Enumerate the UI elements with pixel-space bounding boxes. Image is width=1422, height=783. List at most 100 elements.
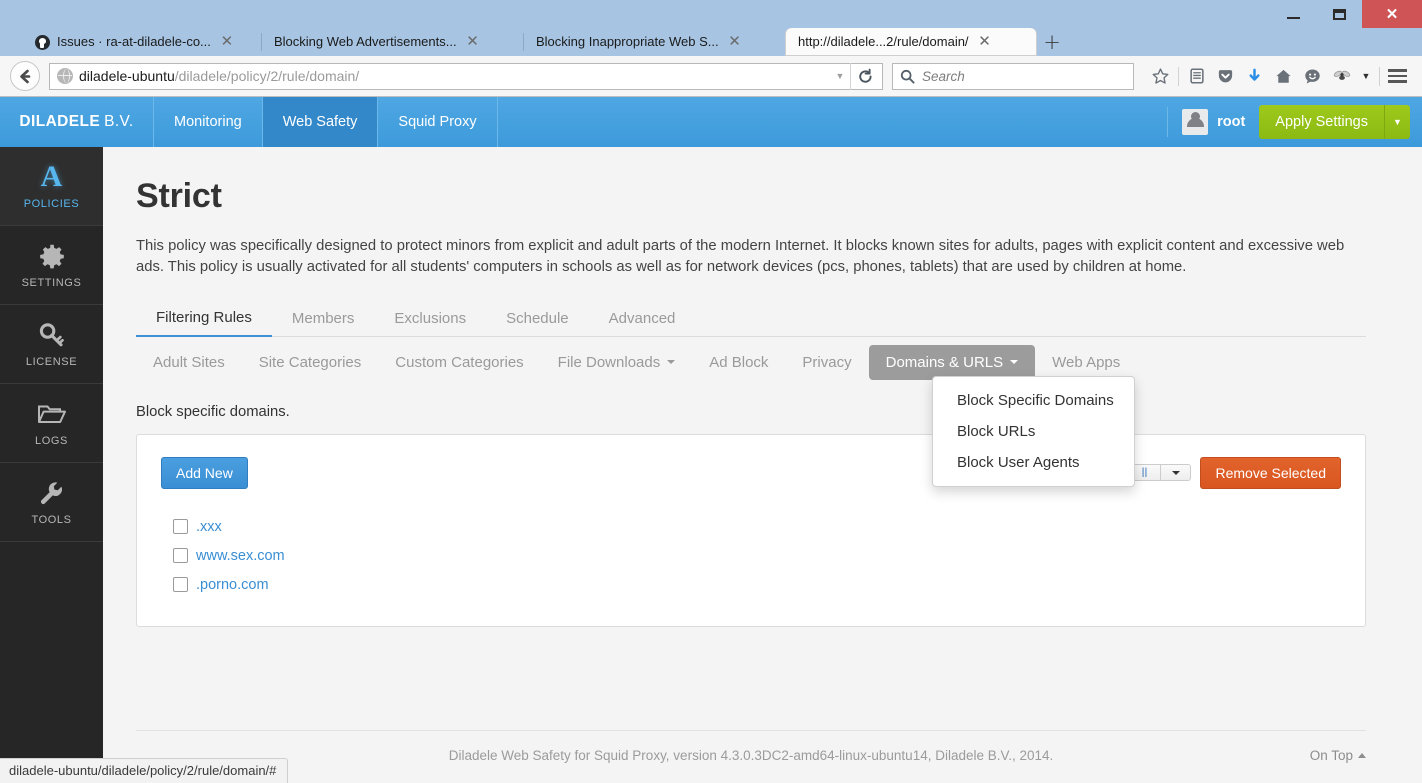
search-box[interactable]: Search — [892, 62, 1134, 90]
domain-checkbox[interactable] — [173, 548, 188, 564]
domain-link[interactable]: www.sex.com — [196, 548, 285, 564]
sidebar-item-policies[interactable]: A POLICIES — [0, 147, 103, 226]
sidebar-item-label: LOGS — [35, 435, 68, 447]
toolbar-divider — [1178, 66, 1179, 86]
sidebar-item-label: SETTINGS — [21, 277, 82, 289]
url-dropdown-icon[interactable]: ▼ — [830, 71, 850, 81]
subtab-file-downloads[interactable]: File Downloads — [541, 345, 693, 380]
app-footer: Diladele Web Safety for Squid Proxy, ver… — [136, 730, 1366, 783]
status-bar: diladele-ubuntu/diladele/policy/2/rule/d… — [0, 758, 289, 783]
tab-advanced[interactable]: Advanced — [589, 302, 696, 336]
menu-hamburger-icon[interactable] — [1383, 62, 1412, 91]
sidebar: A POLICIES SETTINGS LICENSE LOGS TOOLS — [0, 147, 103, 783]
nav-item-monitoring[interactable]: Monitoring — [154, 97, 263, 147]
reading-list-icon[interactable] — [1182, 62, 1211, 91]
letter-a-icon: A — [40, 160, 63, 193]
domain-checkbox[interactable] — [173, 577, 188, 593]
app-brand[interactable]: DILADELE B.V. — [0, 97, 154, 147]
browser-tab-2[interactable]: Blocking Inappropriate Web S... ✕ — [524, 28, 786, 56]
maximize-button[interactable] — [1316, 0, 1362, 28]
tab-close-icon[interactable]: ✕ — [727, 34, 743, 50]
maximize-icon — [1332, 8, 1346, 20]
page-size-caret-icon[interactable] — [1161, 464, 1192, 482]
subtab-privacy[interactable]: Privacy — [785, 345, 868, 380]
menu-item-block-urls[interactable]: Block URLs — [933, 416, 1134, 447]
downloads-icon[interactable] — [1240, 62, 1269, 91]
list-item[interactable]: .porno.com — [161, 577, 1341, 593]
apply-settings-caret-icon[interactable]: ▼ — [1384, 105, 1410, 139]
page-size-split-button[interactable]: ll — [1127, 464, 1192, 482]
back-button[interactable] — [10, 61, 40, 91]
fly-icon[interactable] — [1327, 62, 1356, 91]
tab-exclusions[interactable]: Exclusions — [374, 302, 486, 336]
sidebar-item-label: TOOLS — [31, 514, 72, 526]
sidebar-item-settings[interactable]: SETTINGS — [0, 226, 103, 305]
subtab-label: File Downloads — [557, 353, 661, 371]
sidebar-item-tools[interactable]: TOOLS — [0, 463, 103, 542]
back-arrow-icon — [19, 69, 30, 83]
sidebar-item-logs[interactable]: LOGS — [0, 384, 103, 463]
subtab-ad-block[interactable]: Ad Block — [692, 345, 785, 380]
feedback-smiley-icon[interactable] — [1298, 62, 1327, 91]
list-item[interactable]: www.sex.com — [161, 548, 1341, 564]
reload-icon — [859, 68, 872, 83]
tab-schedule[interactable]: Schedule — [486, 302, 589, 336]
subtab-adult-sites[interactable]: Adult Sites — [136, 345, 242, 380]
domain-link[interactable]: .xxx — [196, 519, 222, 535]
domain-checkbox[interactable] — [173, 519, 188, 535]
sidebar-item-license[interactable]: LICENSE — [0, 305, 103, 384]
add-new-button[interactable]: Add New — [161, 456, 248, 489]
content-inner: Strict This policy was specifically desi… — [103, 147, 1422, 730]
remove-selected-button[interactable]: Remove Selected — [1200, 456, 1341, 489]
browser-tab-1[interactable]: Blocking Web Advertisements... ✕ — [262, 28, 524, 56]
close-button[interactable]: ✕ — [1362, 0, 1422, 28]
policy-description: This policy was specifically designed to… — [136, 238, 1345, 276]
subtab-web-apps[interactable]: Web Apps — [1035, 345, 1137, 380]
github-icon — [34, 34, 50, 50]
pocket-icon[interactable] — [1211, 62, 1240, 91]
apply-settings-button[interactable]: Apply Settings — [1259, 105, 1384, 139]
tab-filtering-rules[interactable]: Filtering Rules — [136, 301, 272, 337]
subtab-label: Adult Sites — [153, 353, 225, 371]
brand-bold: DILADELE — [19, 113, 101, 130]
tab-close-icon[interactable]: ✕ — [977, 34, 993, 50]
browser-tab-0[interactable]: Issues · ra-at-diladele-co... ✕ — [22, 28, 262, 56]
subtab-label: Site Categories — [258, 353, 362, 371]
on-top-link[interactable]: On Top — [1310, 748, 1366, 763]
browser-tab-3[interactable]: http://diladele...2/rule/domain/ ✕ — [786, 28, 1036, 56]
on-top-label: On Top — [1309, 748, 1353, 763]
title-bar: ✕ — [0, 0, 1422, 28]
url-bar[interactable]: diladele-ubuntu/diladele/policy/2/rule/d… — [49, 62, 883, 90]
nav-item-web-safety[interactable]: Web Safety — [262, 97, 379, 147]
avatar[interactable] — [1182, 109, 1209, 135]
new-tab-button[interactable]: + — [1036, 28, 1068, 56]
url-path: /diladele/policy/2/rule/domain/ — [174, 68, 360, 84]
window-controls: ✕ — [1270, 0, 1422, 28]
menu-item-block-specific-domains[interactable]: Block Specific Domains — [933, 385, 1134, 416]
reload-button[interactable] — [850, 62, 880, 90]
bookmark-star-icon[interactable] — [1146, 62, 1175, 91]
close-icon: ✕ — [1385, 5, 1399, 23]
subtab-label: Web Apps — [1052, 353, 1121, 371]
nav-item-squid-proxy[interactable]: Squid Proxy — [378, 97, 498, 147]
subtab-domains-and-urls[interactable]: Domains & URLS — [868, 344, 1036, 380]
tab-close-icon[interactable]: ✕ — [219, 34, 235, 50]
url-text: diladele-ubuntu/diladele/policy/2/rule/d… — [79, 68, 830, 84]
chevron-down-icon — [1010, 360, 1019, 365]
overflow-caret-icon[interactable]: ▼ — [1356, 62, 1376, 91]
tab-members[interactable]: Members — [272, 302, 375, 336]
domain-link[interactable]: .porno.com — [196, 577, 269, 593]
chevron-up-icon — [1358, 753, 1366, 758]
menu-item-block-user-agents[interactable]: Block User Agents — [933, 447, 1134, 478]
home-icon[interactable] — [1269, 62, 1298, 91]
toolbar-divider-2 — [1379, 66, 1380, 86]
tab-close-icon[interactable]: ✕ — [465, 34, 481, 50]
subtab-site-categories[interactable]: Site Categories — [242, 345, 379, 380]
section-note: Block specific domains. — [136, 403, 290, 420]
page-viewport: DILADELE B.V. Monitoring Web Safety Squid… — [0, 97, 1422, 783]
list-item[interactable]: .xxx — [161, 519, 1341, 535]
minimize-button[interactable] — [1270, 0, 1316, 28]
subtab-custom-categories[interactable]: Custom Categories — [378, 345, 540, 380]
panel-toolbar: Add New ll Remove Selected — [161, 456, 1341, 489]
footer-text: Diladele Web Safety for Squid Proxy, ver… — [448, 748, 1054, 763]
